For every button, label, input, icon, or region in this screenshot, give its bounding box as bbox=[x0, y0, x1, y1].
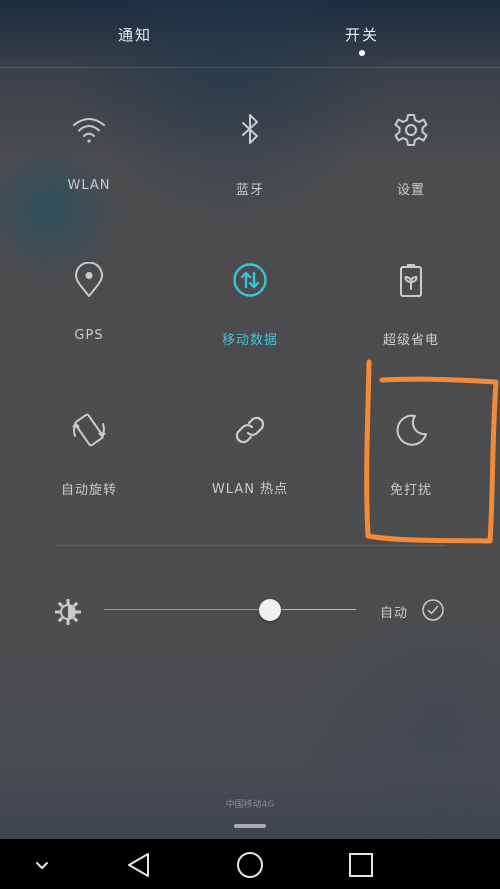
toggle-label: 设置 bbox=[396, 183, 425, 198]
section-divider bbox=[56, 545, 446, 546]
drag-handle[interactable] bbox=[234, 824, 266, 828]
brightness-track[interactable] bbox=[270, 609, 356, 610]
home-circle-icon[interactable] bbox=[236, 851, 264, 879]
active-tab-indicator bbox=[359, 50, 365, 56]
auto-brightness-label: 自动 bbox=[380, 606, 409, 621]
toggle-auto-rotate[interactable]: 自动旋转 bbox=[14, 412, 164, 532]
tab-toggles[interactable]: 开关 bbox=[345, 24, 379, 45]
toggle-mobile-data[interactable]: 移动数据 bbox=[175, 262, 325, 382]
toggle-settings[interactable]: 设置 bbox=[336, 112, 486, 232]
bluetooth-icon bbox=[232, 112, 268, 148]
toggle-label: 蓝牙 bbox=[235, 183, 264, 198]
tabs-divider bbox=[0, 67, 500, 68]
mobile-data-icon bbox=[232, 262, 268, 298]
toggle-label: 超级省电 bbox=[382, 333, 439, 348]
auto-rotate-icon bbox=[71, 412, 107, 448]
navigation-bar bbox=[0, 839, 500, 889]
back-triangle-icon[interactable] bbox=[125, 851, 153, 879]
tab-notifications[interactable]: 通知 bbox=[118, 24, 152, 45]
wifi-icon bbox=[71, 112, 107, 148]
toggle-label: WLAN bbox=[67, 178, 111, 193]
auto-brightness-checkbox[interactable] bbox=[422, 599, 444, 621]
location-pin-icon bbox=[71, 261, 107, 298]
toggle-label: 免打扰 bbox=[389, 483, 432, 498]
hotspot-icon bbox=[232, 412, 268, 448]
carrier-label: 中国移动4G bbox=[225, 800, 275, 810]
toggle-gps[interactable]: GPS bbox=[14, 261, 164, 382]
toggle-label: GPS bbox=[74, 328, 104, 343]
chevron-down-icon[interactable] bbox=[28, 851, 56, 879]
brightness-row: 自动 bbox=[0, 590, 500, 630]
toggle-bluetooth[interactable]: 蓝牙 bbox=[175, 112, 325, 232]
gear-icon bbox=[393, 112, 429, 148]
tab-bar: 通知 开关 bbox=[0, 0, 500, 68]
toggle-label: WLAN 热点 bbox=[211, 482, 289, 497]
toggle-hotspot[interactable]: WLAN 热点 bbox=[175, 412, 325, 532]
toggle-label: 移动数据 bbox=[221, 333, 278, 348]
brightness-icon bbox=[54, 598, 82, 626]
toggle-label: 自动旋转 bbox=[60, 483, 117, 498]
battery-saver-icon bbox=[393, 262, 429, 298]
toggle-battery-saver[interactable]: 超级省电 bbox=[336, 262, 486, 382]
brightness-track-filled bbox=[104, 609, 270, 610]
recents-square-icon[interactable] bbox=[347, 851, 375, 879]
toggle-wlan[interactable]: WLAN bbox=[14, 112, 164, 232]
moon-icon bbox=[393, 412, 429, 448]
toggle-do-not-disturb[interactable]: 免打扰 bbox=[336, 412, 486, 532]
brightness-slider-thumb[interactable] bbox=[259, 599, 281, 621]
